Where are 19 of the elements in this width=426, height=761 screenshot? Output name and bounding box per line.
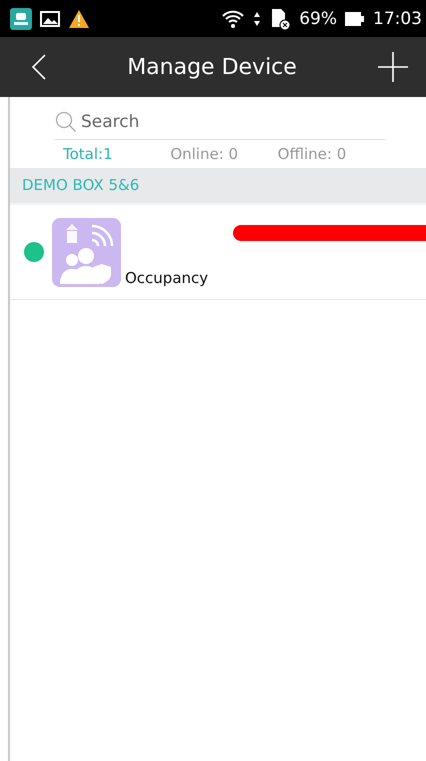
page-title: Manage Device [126, 54, 298, 80]
app-icon[interactable] [10, 8, 32, 30]
data-arrows-icon [253, 10, 262, 26]
wifi-icon [221, 10, 246, 28]
search-icon [55, 111, 77, 133]
battery-percent: 69% [299, 8, 337, 28]
count-filter[interactable]: Offline: 0 [278, 145, 385, 163]
group-header[interactable]: DEMO BOX 5&6 [10, 168, 426, 205]
clock-time: 17:03 [373, 8, 422, 28]
search-field[interactable]: Search [81, 112, 361, 132]
plus-icon [378, 52, 408, 82]
device-type: Occupancy [125, 269, 208, 287]
sd-card-icon [269, 8, 292, 30]
count-filter[interactable]: Online: 0 [170, 145, 278, 163]
count-filter[interactable]: Total:1 [63, 145, 170, 163]
warning-icon[interactable] [68, 8, 90, 28]
back-icon [32, 54, 46, 80]
battery-icon [345, 12, 365, 26]
image-icon[interactable] [40, 10, 60, 26]
